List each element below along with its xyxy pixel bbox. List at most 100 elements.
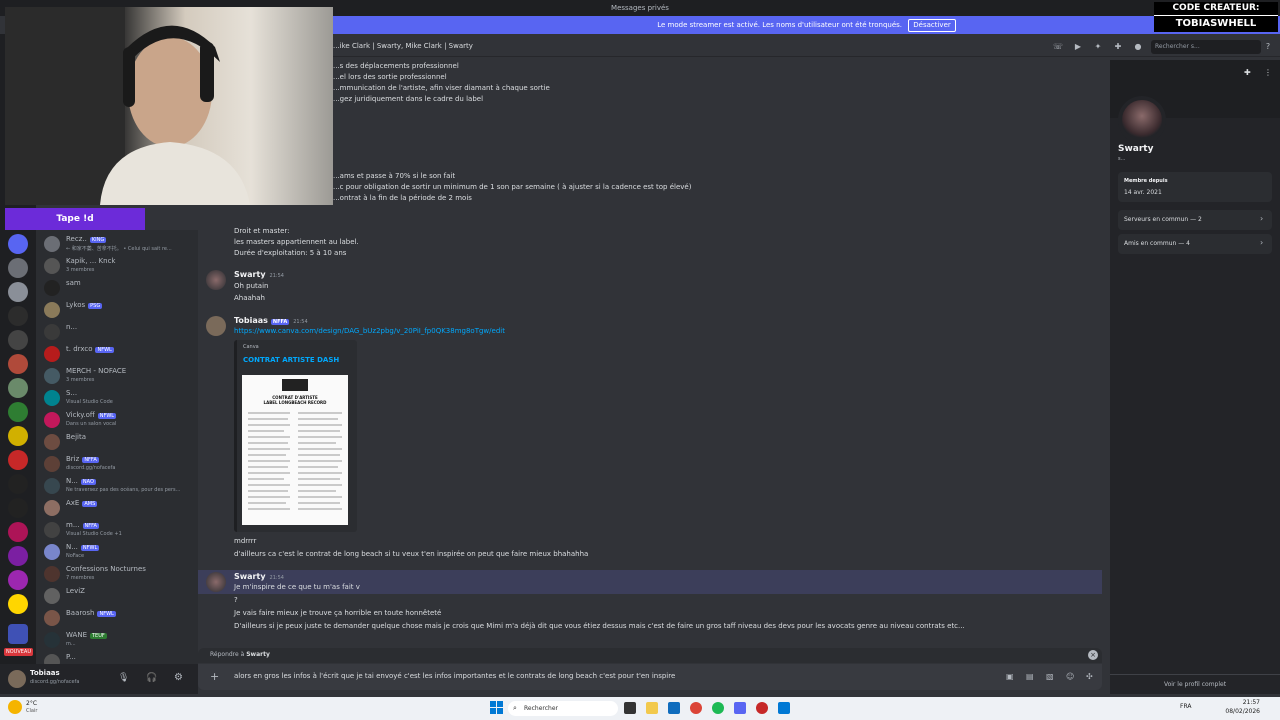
app-icon[interactable] xyxy=(756,702,768,714)
message-author[interactable]: Swarty 21:54 xyxy=(234,572,284,581)
language-indicator[interactable]: FRA xyxy=(1180,703,1191,710)
list-item[interactable]: Vicky.off NFWL Dans un salon vocal xyxy=(42,410,196,430)
task-view-icon[interactable] xyxy=(624,702,636,714)
list-item[interactable]: AxE AMS xyxy=(42,498,196,518)
call-icon[interactable]: ☏ xyxy=(1053,42,1063,52)
list-item[interactable]: MERCH - NOFACE 3 membres xyxy=(42,366,196,386)
folder-icon[interactable] xyxy=(8,624,28,644)
user-status: discord.gg/nofacefa xyxy=(30,679,80,685)
member-since-card: Membre depuis 14 avr. 2021 xyxy=(1118,172,1272,202)
server-icon[interactable] xyxy=(8,594,28,614)
list-item[interactable]: WANE TEUF m... xyxy=(42,630,196,650)
file-explorer-icon[interactable] xyxy=(646,702,658,714)
server-icon[interactable] xyxy=(8,450,28,470)
list-item[interactable]: m... NFFA Visual Studio Code +1 xyxy=(42,520,196,540)
add-friend-icon[interactable]: ✚ xyxy=(1244,68,1251,77)
gift-icon[interactable]: ▣ xyxy=(1006,672,1014,681)
message-author[interactable]: Tobiaas NFFA 21:54 xyxy=(234,316,308,325)
list-item[interactable]: Recz.. KING ← 和家不萎、苦拿不托。 • Celui qui sait … xyxy=(42,234,196,254)
embed-image[interactable]: CONTRAT D'ARTISTE LABEL LONGBEACH RECORD xyxy=(242,375,348,525)
taskbar: 2°C Clair ⌕ Rechercher FRA 21:57 08/02/20… xyxy=(0,697,1280,720)
server-icon[interactable] xyxy=(8,402,28,422)
profile-toggle-icon[interactable]: ● xyxy=(1133,42,1143,52)
taskbar-search[interactable]: ⌕ Rechercher xyxy=(508,701,618,716)
pin-icon[interactable]: ✦ xyxy=(1093,42,1103,52)
store-icon[interactable] xyxy=(668,702,680,714)
webcam-overlay xyxy=(5,7,333,205)
chrome-icon[interactable] xyxy=(690,702,702,714)
weather-icon[interactable] xyxy=(8,700,22,714)
gear-icon[interactable]: ⚙ xyxy=(174,672,183,683)
more-icon[interactable]: ⋮ xyxy=(1264,68,1272,77)
profile-tag: s... xyxy=(1118,156,1126,162)
mutual-servers[interactable]: Serveurs en commun — 2 › xyxy=(1118,210,1272,230)
list-item[interactable]: sam xyxy=(42,278,196,298)
message-line: les masters appartiennent au label. xyxy=(234,238,359,246)
headphones-icon[interactable]: 🎧 xyxy=(146,673,157,683)
windows-start-icon[interactable] xyxy=(490,701,504,715)
message-author[interactable]: Swarty 21:54 xyxy=(234,270,284,279)
embed-title[interactable]: CONTRAT ARTISTE DASH xyxy=(243,356,339,364)
avatar xyxy=(44,390,60,406)
server-icon[interactable] xyxy=(8,570,28,590)
avatar xyxy=(44,368,60,384)
server-icon[interactable] xyxy=(8,306,28,326)
apps-icon[interactable]: ✣ xyxy=(1086,672,1093,681)
list-item[interactable]: N... NFWL NoFace xyxy=(42,542,196,562)
list-item[interactable]: LeviZ xyxy=(42,586,196,606)
search-input[interactable]: Rechercher s... xyxy=(1151,40,1261,54)
server-icon[interactable] xyxy=(8,258,28,278)
message-line: ...mmunication de l'artiste, afin viser … xyxy=(333,84,550,92)
discord-icon[interactable] xyxy=(734,702,746,714)
server-icon[interactable] xyxy=(8,330,28,350)
message-input[interactable]: alors en gros les infos à l'écrit que je… xyxy=(234,672,675,680)
list-item[interactable]: t. drxco NFWL xyxy=(42,344,196,364)
avatar[interactable] xyxy=(8,670,26,688)
server-icon[interactable] xyxy=(8,378,28,398)
view-full-profile-button[interactable]: Voir le profil complet xyxy=(1110,674,1280,695)
clock-time[interactable]: 21:57 xyxy=(1214,699,1260,706)
gif-icon[interactable]: ▤ xyxy=(1026,672,1034,681)
list-item[interactable]: P... xyxy=(42,652,196,664)
list-item[interactable]: n... xyxy=(42,322,196,342)
list-item[interactable]: Bejita xyxy=(42,432,196,452)
avatar[interactable] xyxy=(206,572,226,592)
avatar[interactable] xyxy=(206,316,226,336)
mic-icon[interactable]: 🎙 xyxy=(118,673,129,683)
list-item[interactable]: S... Visual Studio Code xyxy=(42,388,196,408)
server-icon[interactable] xyxy=(8,498,28,518)
reply-label: Répondre à Swarty xyxy=(210,651,270,658)
server-icon[interactable] xyxy=(8,546,28,566)
add-member-icon[interactable]: ✚ xyxy=(1113,42,1123,52)
video-icon[interactable]: ▶ xyxy=(1073,42,1083,52)
server-icon[interactable] xyxy=(8,522,28,542)
emoji-icon[interactable]: ☺ xyxy=(1066,672,1074,681)
spotify-icon[interactable] xyxy=(712,702,724,714)
message-line: Droit et master: xyxy=(234,227,290,235)
mutual-friends[interactable]: Amis en commun — 4 › xyxy=(1118,234,1272,254)
list-item[interactable]: N... NAO Ne traversez pas des océans, pour… xyxy=(42,476,196,496)
server-icon[interactable] xyxy=(8,474,28,494)
server-icon[interactable] xyxy=(8,426,28,446)
list-item[interactable]: Kapik, ... Knck 3 membres xyxy=(42,256,196,276)
server-icon[interactable] xyxy=(8,234,28,254)
help-icon[interactable]: ? xyxy=(1263,42,1273,52)
list-item[interactable]: Baarosh NFWL xyxy=(42,608,196,628)
list-item[interactable]: Lykos PSG xyxy=(42,300,196,320)
disable-streamer-button[interactable]: Désactiver xyxy=(908,19,956,32)
avatar[interactable] xyxy=(206,270,226,290)
close-reply-icon[interactable]: × xyxy=(1088,650,1098,660)
sticker-icon[interactable]: ▧ xyxy=(1046,672,1054,681)
plus-icon[interactable]: + xyxy=(210,670,219,683)
avatar[interactable] xyxy=(1118,96,1166,144)
chat-title: ...ike Clark | Swarty, Mike Clark | Swar… xyxy=(333,42,473,50)
avatar xyxy=(44,434,60,450)
message-link[interactable]: https://www.canva.com/design/DAG_bUz2pbg… xyxy=(234,327,505,335)
server-icon[interactable] xyxy=(8,354,28,374)
dm-list: Recz.. KING ← 和家不萎、苦拿不托。 • Celui qui sait … xyxy=(36,230,198,664)
list-item[interactable]: Briz NFFA discord.gg/nofacefa xyxy=(42,454,196,474)
calculator-icon[interactable] xyxy=(778,702,790,714)
list-item[interactable]: Confessions Nocturnes 7 membres xyxy=(42,564,196,584)
server-icon[interactable] xyxy=(8,282,28,302)
clock-date[interactable]: 08/02/2026 xyxy=(1214,708,1260,715)
